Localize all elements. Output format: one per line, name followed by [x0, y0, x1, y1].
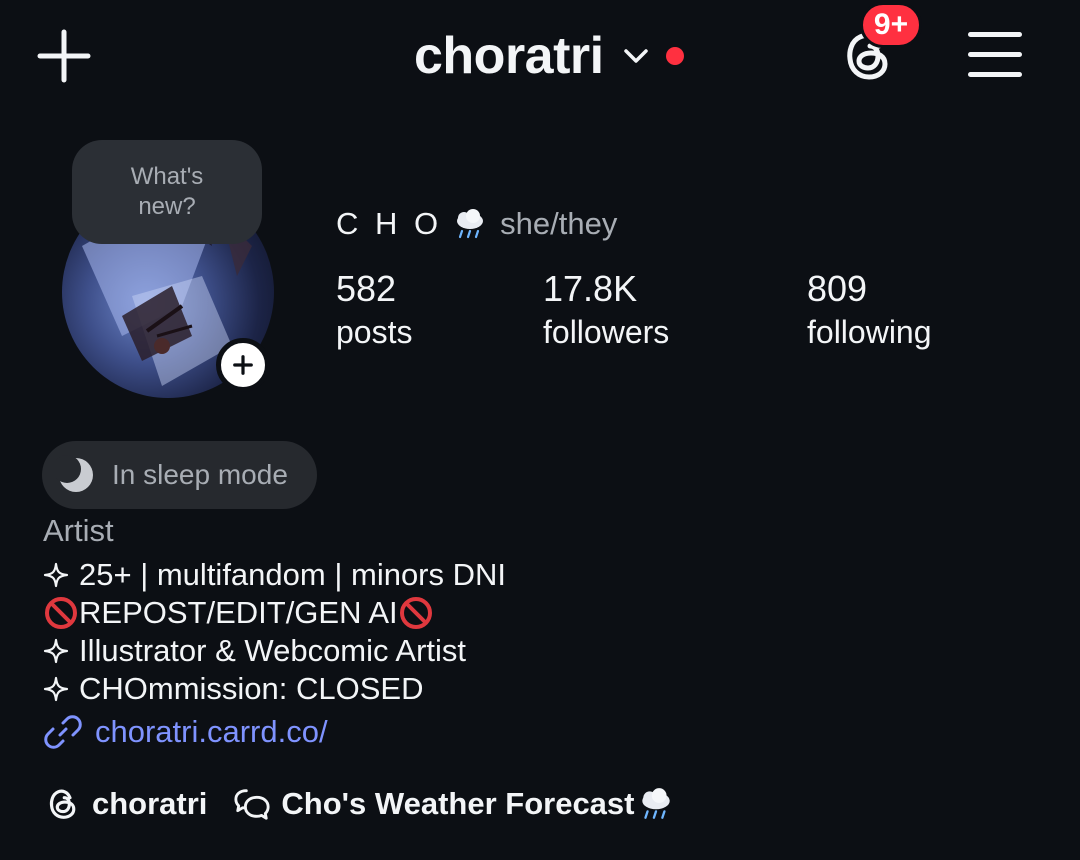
bio-line-text: REPOST/EDIT/GEN AI — [79, 595, 398, 630]
bio-line: CHOmmission: CLOSED — [43, 670, 506, 708]
chevron-down-icon — [623, 49, 648, 63]
followers-label: followers — [543, 314, 670, 350]
profile-chips: choratri Cho's Weather Forecast — [44, 782, 701, 826]
plus-icon — [37, 29, 91, 83]
profile-category: Artist — [43, 513, 114, 548]
broadcast-channel-chip[interactable]: Cho's Weather Forecast — [233, 785, 674, 823]
sparkle-icon — [43, 638, 69, 664]
bio: 25+ | multifandom | minors DNI REPOST/ED… — [43, 556, 506, 708]
threads-handle: choratri — [92, 786, 208, 821]
unread-dot — [665, 47, 684, 65]
name-row: C H O she/they — [336, 204, 617, 244]
threads-icon — [49, 789, 76, 819]
followers-count: 17.8K — [543, 268, 638, 309]
note-bubble-text: What's new? — [130, 163, 204, 220]
create-button[interactable] — [36, 28, 92, 84]
bio-line-text: 25+ | multifandom | minors DNI — [79, 557, 507, 592]
rain-cloud-icon — [641, 788, 670, 819]
sparkle-icon — [43, 562, 69, 588]
followers-stat[interactable]: 17.8K followers — [543, 268, 669, 354]
posts-count: 582 — [336, 268, 397, 309]
bio-line: 25+ | multifandom | minors DNI — [43, 556, 506, 594]
bio-line: REPOST/EDIT/GEN AI — [43, 594, 506, 632]
bio-link[interactable]: choratri.carrd.co/ — [43, 711, 328, 753]
prohibited-icon — [45, 597, 77, 629]
display-name: C H O — [336, 206, 443, 241]
pronouns: she/they — [500, 206, 618, 241]
sleep-mode-status[interactable]: In sleep mode — [42, 441, 317, 509]
sparkle-icon — [43, 676, 69, 702]
bio-line: Illustrator & Webcomic Artist — [43, 632, 506, 670]
bio-link-text: choratri.carrd.co/ — [95, 714, 328, 749]
plus-icon — [233, 355, 253, 375]
rain-cloud-icon — [457, 209, 484, 239]
hamburger-line — [968, 72, 1022, 77]
following-label: following — [807, 314, 932, 350]
following-count: 809 — [807, 268, 868, 309]
account-switcher[interactable]: choratri — [414, 26, 684, 86]
threads-profile-chip[interactable]: choratri — [44, 785, 207, 823]
hamburger-line — [968, 52, 1022, 57]
menu-button[interactable] — [966, 28, 1024, 82]
moon-icon — [56, 455, 93, 492]
add-story-button[interactable] — [216, 338, 270, 392]
chat-bubbles-icon — [234, 789, 270, 820]
posts-label: posts — [336, 314, 413, 350]
hamburger-menu-icon — [968, 32, 1022, 37]
notification-badge: 9+ — [860, 2, 922, 48]
link-icon — [44, 715, 82, 749]
prohibited-icon — [399, 597, 432, 629]
bio-line-text: CHOmmission: CLOSED — [79, 671, 424, 706]
following-stat[interactable]: 809 following — [807, 268, 932, 354]
username-title: choratri — [414, 27, 604, 85]
channel-name: Cho's Weather Forecast — [281, 786, 635, 821]
sleep-mode-label: In sleep mode — [112, 459, 288, 490]
bio-line-text: Illustrator & Webcomic Artist — [79, 633, 467, 668]
note-bubble[interactable]: What's new? — [72, 140, 262, 244]
posts-stat[interactable]: 582 posts — [336, 268, 412, 354]
